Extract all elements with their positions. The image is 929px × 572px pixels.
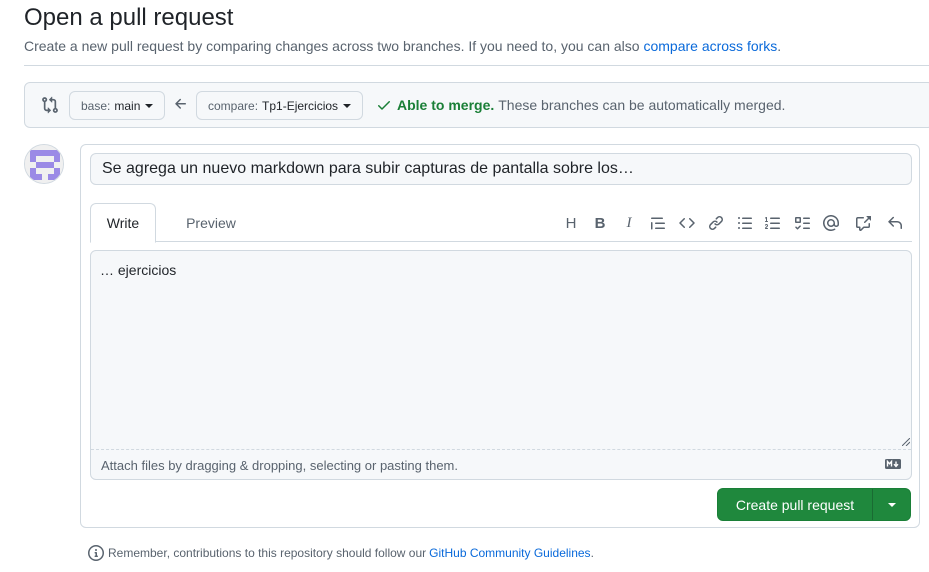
- merge-status: Able to merge. These branches can be aut…: [376, 97, 785, 113]
- merge-status-detail: These branches can be automatically merg…: [498, 97, 786, 113]
- chevron-down-icon: [343, 103, 352, 108]
- compare-branch-prefix: compare:: [208, 98, 259, 113]
- page-subtitle: Create a new pull request by comparing c…: [24, 38, 781, 54]
- arrow-left-icon: [175, 98, 186, 109]
- git-compare-icon: [42, 96, 58, 114]
- reply-icon: [888, 216, 902, 229]
- tasklist-icon: [795, 217, 810, 230]
- create-pull-request-button[interactable]: Create pull request: [717, 488, 911, 521]
- quote-icon: [651, 217, 665, 230]
- mention-icon: [823, 215, 839, 231]
- page-title: Open a pull request: [24, 4, 234, 31]
- saved-reply-button[interactable]: [883, 211, 907, 235]
- header-divider: [24, 65, 929, 66]
- quote-button[interactable]: [646, 211, 670, 235]
- link-button[interactable]: [704, 211, 728, 235]
- markdown-icon[interactable]: [885, 459, 901, 469]
- resize-handle-icon[interactable]: [902, 438, 910, 446]
- pr-body-editor[interactable]: … ejercicios Attach files by dragging & …: [90, 250, 912, 480]
- bold-icon: B: [594, 214, 606, 232]
- cross-reference-icon: [856, 216, 871, 231]
- heading-icon: H: [565, 214, 577, 232]
- guidelines-period: .: [590, 546, 594, 560]
- subtitle-text: Create a new pull request by comparing c…: [24, 38, 640, 54]
- unordered-list-button[interactable]: [733, 211, 757, 235]
- compare-bar: base: main compare: Tp1-Ejercicios Able to…: [24, 82, 929, 128]
- community-guidelines-link[interactable]: GitHub Community Guidelines: [429, 546, 590, 560]
- base-branch-value: main: [114, 98, 141, 113]
- compare-across-forks-link[interactable]: compare across forks: [643, 38, 777, 54]
- bold-button[interactable]: B: [588, 211, 612, 235]
- compare-branch-value: Tp1-Ejercicios: [262, 98, 339, 113]
- code-icon: [679, 217, 695, 229]
- italic-icon: I: [626, 214, 632, 231]
- info-icon: [88, 545, 104, 561]
- subtitle-period: .: [777, 38, 782, 54]
- create-pull-request-label[interactable]: Create pull request: [718, 489, 872, 520]
- check-icon: [378, 101, 390, 110]
- code-button[interactable]: [675, 211, 699, 235]
- identicon-icon: [25, 145, 63, 183]
- attach-files-hint: Attach files by dragging & dropping, sel…: [101, 458, 458, 473]
- base-branch-select[interactable]: base: main: [69, 91, 165, 120]
- avatar[interactable]: [24, 144, 64, 184]
- list-ordered-icon: [765, 217, 780, 229]
- attach-files-bar[interactable]: Attach files by dragging & dropping, sel…: [91, 449, 911, 480]
- heading-button[interactable]: H: [559, 211, 583, 235]
- list-unordered-icon: [738, 217, 752, 229]
- compare-branch-select[interactable]: compare: Tp1-Ejercicios: [196, 91, 363, 120]
- contribution-guidelines-note: Remember, contributions to this reposito…: [88, 545, 594, 561]
- chevron-down-icon: [887, 502, 896, 507]
- link-icon: [708, 215, 724, 231]
- merge-status-label: Able to merge.: [397, 97, 495, 113]
- markdown-toolbar: H B I: [81, 211, 919, 235]
- guidelines-text: Remember, contributions to this reposito…: [108, 546, 427, 560]
- pr-body-text[interactable]: … ejercicios: [100, 262, 176, 278]
- base-branch-prefix: base:: [81, 98, 111, 113]
- italic-button[interactable]: I: [617, 211, 641, 235]
- create-options-dropdown[interactable]: [873, 489, 910, 520]
- pull-request-form: Write Preview H B I: [80, 144, 920, 528]
- chevron-down-icon: [145, 103, 154, 108]
- task-list-button[interactable]: [790, 211, 814, 235]
- cross-reference-button[interactable]: [851, 211, 875, 235]
- ordered-list-button[interactable]: [761, 211, 785, 235]
- mention-button[interactable]: [819, 211, 843, 235]
- pr-title-input[interactable]: [90, 153, 912, 185]
